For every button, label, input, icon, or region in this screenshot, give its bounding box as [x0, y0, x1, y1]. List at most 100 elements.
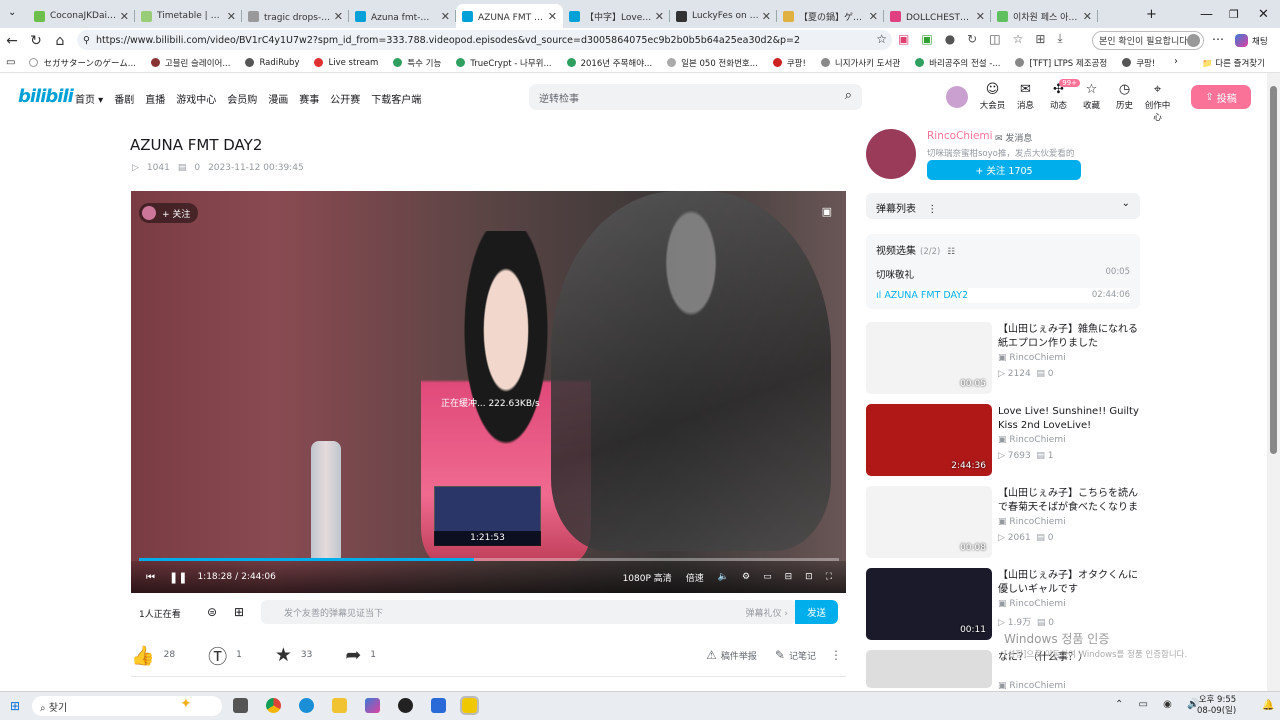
coin-button[interactable]: Ⓣ 1	[208, 642, 242, 669]
recommended-uploader[interactable]: ▣ RincoChiemi	[998, 681, 1066, 691]
bookmark-item[interactable]: 니지가사키 도서관	[820, 57, 900, 69]
home-icon[interactable]: ⌂	[48, 33, 72, 49]
bookmark-item[interactable]: 일본 050 전화번호...	[667, 57, 758, 69]
recommended-title[interactable]: Love Live! Sunshine!! Guilty Kiss 2nd Lo…	[998, 405, 1140, 433]
task-view-icon[interactable]	[233, 698, 248, 713]
split-screen-icon[interactable]: ◫	[989, 32, 1000, 46]
refresh-extension-icon[interactable]: ↻	[967, 32, 977, 46]
url-field[interactable]: ⚲ https://www.bilibili.com/video/BV1rC4y…	[77, 30, 892, 50]
bookmark-item[interactable]: 고블린 슬레이어...	[150, 57, 230, 69]
notification-icon[interactable]: 🔔	[1262, 700, 1274, 711]
download-icon[interactable]: ⤓	[1057, 31, 1062, 46]
uploader-name[interactable]: RincoChiemi	[927, 130, 993, 142]
bookmark-item[interactable]: RadiRuby	[245, 57, 299, 69]
chevron-down-icon[interactable]: ⌄	[1122, 198, 1130, 209]
bookmark-item[interactable]: 쿠팡!	[1122, 57, 1155, 69]
recommended-title[interactable]: 【山田じぇみ子】こちらを読んで春菊天そばが食べたくなりました	[998, 487, 1140, 515]
video-thumbnail[interactable]: 2:44:36	[866, 404, 992, 476]
reading-list-icon[interactable]: ▭	[6, 57, 15, 68]
header-dynamic-button[interactable]: ✣ 动态 99+	[1042, 79, 1080, 123]
favorite-button[interactable]: ★ 33	[275, 644, 313, 666]
header-vip-button[interactable]: ☺ 大会员	[976, 81, 1009, 123]
reload-icon[interactable]: ↻	[24, 33, 48, 49]
copilot-sparkle-icon[interactable]: ✦	[180, 696, 192, 712]
close-tab-icon[interactable]: ✕	[548, 10, 557, 23]
video-thumbnail[interactable]	[866, 650, 992, 688]
browser-tab[interactable]: tragic drops-哔哩哔哩✕	[242, 4, 349, 28]
nav-item[interactable]: 首页 ▾	[75, 91, 103, 106]
nav-item[interactable]: 漫画	[268, 91, 288, 106]
browser-tab[interactable]: AZUNA FMT DAY2_哔✕	[456, 4, 563, 28]
extension-icon[interactable]: ●	[945, 32, 955, 46]
bookmark-item[interactable]: 쿠팡!	[772, 57, 806, 69]
nav-item[interactable]: 赛事	[299, 91, 319, 106]
episode-item[interactable]: 切咪敬礼 00:05	[876, 267, 1130, 281]
browser-tab[interactable]: DOLLCHESTRA「ア✕	[884, 4, 991, 28]
app-icon[interactable]	[460, 696, 479, 715]
recommended-video[interactable]: 2:44:36 Love Live! Sunshine!! Guilty Kiss…	[866, 404, 1146, 476]
browser-tab[interactable]: CoconaJKDaisuki Sty✕	[28, 4, 135, 28]
bookmark-item[interactable]: [TFT] LTPS 제조공정	[1015, 57, 1107, 69]
close-tab-icon[interactable]: ✕	[655, 10, 664, 23]
search-icon[interactable]: ⌕	[845, 88, 852, 103]
video-thumbnail[interactable]: 00:05	[866, 322, 992, 394]
profile-button[interactable]: 본인 확인이 필요합니다.	[1092, 31, 1204, 50]
header-message-button[interactable]: ✉ 消息	[1009, 81, 1042, 123]
recommended-uploader[interactable]: ▣ RincoChiemi	[998, 517, 1066, 527]
bilibili-logo[interactable]: bilibili	[18, 86, 74, 107]
wide-mode-icon[interactable]: ⊟	[785, 572, 793, 582]
copilot-icon[interactable]	[1235, 34, 1248, 47]
video-thumbnail[interactable]: 00:08	[866, 486, 992, 558]
nav-item[interactable]: 会员购	[227, 91, 257, 106]
bookmarks-more-icon[interactable]: ›	[1174, 56, 1178, 67]
search-input[interactable]: 逆转检事 ⌕	[529, 84, 862, 110]
volume-icon[interactable]: 🔈	[718, 572, 729, 582]
close-tab-icon[interactable]: ✕	[441, 10, 450, 23]
close-tab-icon[interactable]: ✕	[227, 10, 236, 23]
close-window-button[interactable]: ✕	[1258, 0, 1269, 28]
browser-tab[interactable]: 【夏の鍋】ゲスト：月ジ✕	[777, 4, 884, 28]
player-follow-button[interactable]: + 关注	[139, 203, 199, 223]
speed-button[interactable]: 倍速	[686, 571, 704, 584]
video-thumbnail[interactable]: 00:11	[866, 568, 992, 640]
maximize-button[interactable]: ❐	[1229, 0, 1239, 28]
minimize-button[interactable]: —	[1200, 0, 1213, 28]
browser-tab[interactable]: 이차원 페스 아이돌 ✕	[991, 4, 1098, 28]
bookmark-star-icon[interactable]: ☆	[876, 32, 887, 46]
back-icon[interactable]: ←	[0, 33, 24, 49]
previous-icon[interactable]: ⏮	[146, 572, 155, 583]
tab-list-menu-icon[interactable]: ⌄	[8, 7, 16, 18]
obs-icon[interactable]	[398, 698, 413, 713]
header-avatar[interactable]	[946, 86, 968, 108]
bookmark-item[interactable]: セガサターンのゲーム...	[29, 57, 136, 69]
bookmark-item[interactable]: 바리공주의 전설 -...	[915, 57, 1000, 69]
bookmark-item[interactable]: TrueCrypt - 나무위...	[456, 57, 552, 69]
bookmark-item[interactable]: 2016년 주목해야...	[566, 57, 652, 69]
report-button[interactable]: ⚠ 稿件举报	[706, 648, 757, 662]
video-player[interactable]: + 关注 ▣ 正在缓冲... 222.63KB/s 1:21:53 ⏮ ❚❚ 1…	[131, 191, 846, 593]
more-actions-icon[interactable]: ⋮	[830, 648, 842, 662]
file-explorer-icon[interactable]	[332, 698, 347, 713]
recommended-uploader[interactable]: ▣ RincoChiemi	[998, 353, 1066, 363]
recommended-title[interactable]: 【山田じぇみ子】オタクくんに優しいギャルです	[998, 569, 1140, 597]
chat-label[interactable]: 채팅	[1252, 35, 1268, 47]
close-tab-icon[interactable]: ✕	[120, 10, 129, 23]
chrome-icon[interactable]	[266, 698, 281, 713]
close-tab-icon[interactable]: ✕	[1083, 10, 1092, 23]
header-creator-button[interactable]: ⌖ 创作中心	[1141, 81, 1174, 123]
browser-tab[interactable]: Azuna fmt-哔哩哔哩✕	[349, 4, 456, 28]
app-icon[interactable]	[365, 698, 380, 713]
share-button[interactable]: ➦ 1	[345, 644, 376, 666]
close-tab-icon[interactable]: ✕	[869, 10, 878, 23]
favorites-icon[interactable]: ☆	[1013, 32, 1024, 46]
quality-button[interactable]: 1080P 高清	[623, 571, 672, 584]
extension-icon[interactable]: ▣	[898, 32, 909, 46]
site-info-icon[interactable]: ⚲	[83, 35, 90, 46]
recommended-uploader[interactable]: ▣ RincoChiemi	[998, 599, 1066, 609]
page-scrollbar[interactable]	[1267, 73, 1280, 691]
other-bookmarks[interactable]: 📁 다른 즐겨찾기	[1202, 57, 1265, 69]
edge-icon[interactable]	[299, 698, 314, 713]
more-icon[interactable]: ⋮	[927, 204, 937, 215]
close-tab-icon[interactable]: ✕	[762, 10, 771, 23]
like-button[interactable]: 👍 28	[131, 644, 175, 667]
